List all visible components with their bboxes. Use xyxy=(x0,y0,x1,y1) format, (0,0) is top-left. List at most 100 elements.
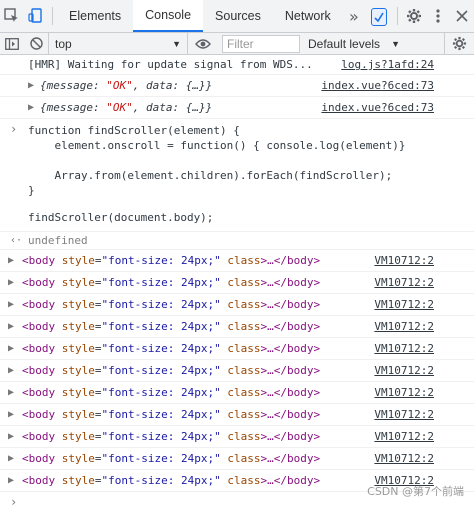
return-value-row: ‹· undefined xyxy=(0,232,474,250)
tag-ellipsis: >…</ xyxy=(260,386,287,399)
body-log-row[interactable]: ▶ <body style="font-size: 24px;" class>…<… xyxy=(0,338,474,360)
expand-arrow-icon[interactable]: ▶ xyxy=(8,404,24,426)
expand-arrow-icon[interactable]: ▶ xyxy=(8,470,24,492)
expand-arrow-icon[interactable]: ▶ xyxy=(8,382,24,404)
sidebar-toggle-icon[interactable] xyxy=(0,33,24,55)
filter-input[interactable]: Filter xyxy=(222,34,300,53)
attr-name: style xyxy=(55,386,95,399)
tag-close: body> xyxy=(286,276,321,289)
expand-arrow-icon[interactable]: ▶ xyxy=(8,426,24,448)
tag-open: <body xyxy=(22,386,56,399)
expand-arrow-icon[interactable]: ▶ xyxy=(8,250,24,272)
expand-arrow-icon[interactable]: ▶ xyxy=(8,448,24,470)
console-toolbar: top ▼ Filter Default levels ▼ xyxy=(0,32,474,55)
tag-open: <body xyxy=(22,408,56,421)
source-link[interactable]: VM10712:2 xyxy=(374,448,434,470)
tag-close: body> xyxy=(286,386,321,399)
clear-console-icon[interactable] xyxy=(24,33,48,55)
tag-ellipsis: >…</ xyxy=(260,276,287,289)
log-object-row[interactable]: ▶ {message: "OK", data: {…}} index.vue?6… xyxy=(0,75,474,97)
tag-close: body> xyxy=(286,452,321,465)
tag-close: body> xyxy=(286,342,321,355)
source-link[interactable]: VM10712:2 xyxy=(374,382,434,404)
attr-name: class xyxy=(220,276,261,289)
expand-arrow-icon[interactable]: ▶ xyxy=(8,360,24,382)
body-log-row[interactable]: ▶ <body style="font-size: 24px;" class>…<… xyxy=(0,360,474,382)
source-link[interactable]: VM10712:2 xyxy=(374,426,434,448)
object-string-value: "OK" xyxy=(106,101,133,114)
return-arrow-icon: ‹· xyxy=(10,235,23,246)
expand-arrow-icon[interactable]: ▶ xyxy=(28,97,44,119)
live-expression-eye-icon[interactable] xyxy=(188,33,218,55)
expand-arrow-icon[interactable]: ▶ xyxy=(8,316,24,338)
expand-arrow-icon[interactable]: ▶ xyxy=(8,294,24,316)
tab-network[interactable]: Network xyxy=(273,0,343,32)
tag-ellipsis: >…</ xyxy=(260,320,287,333)
source-link[interactable]: VM10712:2 xyxy=(374,360,434,382)
tab-sources[interactable]: Sources xyxy=(203,0,273,32)
source-link[interactable]: index.vue?6ced:73 xyxy=(321,75,434,97)
attr-value: "font-size: 24px;" xyxy=(101,298,221,311)
source-link[interactable]: VM10712:2 xyxy=(374,338,434,360)
attr-name: class xyxy=(220,320,261,333)
settings-gear-icon[interactable] xyxy=(402,0,426,32)
attr-name: style xyxy=(55,364,95,377)
tag-ellipsis: >…</ xyxy=(260,254,287,267)
body-log-row[interactable]: ▶ <body style="font-size: 24px;" class>…<… xyxy=(0,250,474,272)
tag-open: <body xyxy=(22,430,56,443)
source-link[interactable]: VM10712:2 xyxy=(374,250,434,272)
attr-name: class xyxy=(220,430,261,443)
kebab-menu-icon[interactable] xyxy=(426,0,450,32)
tag-close: body> xyxy=(286,254,321,267)
expand-arrow-icon[interactable]: ▶ xyxy=(8,272,24,294)
object-preview: {message: xyxy=(40,101,107,114)
attr-name: style xyxy=(55,276,95,289)
body-log-row[interactable]: ▶ <body style="font-size: 24px;" class>…<… xyxy=(0,404,474,426)
tag-open: <body xyxy=(22,254,56,267)
log-object-row[interactable]: ▶ {message: "OK", data: {…}} index.vue?6… xyxy=(0,97,474,119)
expand-arrow-icon[interactable]: ▶ xyxy=(28,75,44,97)
source-link[interactable]: VM10712:2 xyxy=(374,294,434,316)
attr-value: "font-size: 24px;" xyxy=(101,430,221,443)
attr-name: class xyxy=(220,452,261,465)
expand-arrow-icon[interactable]: ▶ xyxy=(8,338,24,360)
more-tabs-button[interactable]: » xyxy=(343,0,365,32)
console-settings-gear-icon[interactable] xyxy=(444,32,474,55)
attr-name: style xyxy=(55,342,95,355)
source-link[interactable]: log.js?1afd:24 xyxy=(341,55,434,75)
context-value: top xyxy=(55,36,72,51)
code-line: function findScroller(element) { xyxy=(28,124,240,137)
tag-close: body> xyxy=(286,474,321,487)
attr-name: class xyxy=(220,474,261,487)
attr-value: "font-size: 24px;" xyxy=(101,474,221,487)
tag-ellipsis: >…</ xyxy=(260,452,287,465)
body-log-row[interactable]: ▶ <body style="font-size: 24px;" class>…<… xyxy=(0,294,474,316)
device-toolbar-icon[interactable] xyxy=(24,0,48,32)
tab-console[interactable]: Console xyxy=(133,0,204,32)
source-link[interactable]: VM10712:2 xyxy=(374,272,434,294)
source-link[interactable]: VM10712:2 xyxy=(374,404,434,426)
body-log-row[interactable]: ▶ <body style="font-size: 24px;" class>…<… xyxy=(0,382,474,404)
tag-open: <body xyxy=(22,276,56,289)
source-link[interactable]: VM10712:2 xyxy=(374,316,434,338)
context-selector[interactable]: top ▼ xyxy=(48,32,188,55)
body-log-row[interactable]: ▶ <body style="font-size: 24px;" class>…<… xyxy=(0,272,474,294)
attr-name: class xyxy=(220,408,261,421)
console-output: [HMR] Waiting for update signal from WDS… xyxy=(0,55,474,505)
source-link[interactable]: index.vue?6ced:73 xyxy=(321,97,434,119)
input-prompt-icon: › xyxy=(10,495,18,505)
attr-name: style xyxy=(55,320,95,333)
body-log-row[interactable]: ▶ <body style="font-size: 24px;" class>…<… xyxy=(0,426,474,448)
log-levels-dropdown[interactable]: Default levels ▼ xyxy=(300,37,408,51)
issues-badge-icon[interactable] xyxy=(371,8,387,26)
tag-open: <body xyxy=(22,364,56,377)
watermark: CSDN @第7个前端 xyxy=(367,485,464,498)
close-icon[interactable] xyxy=(450,0,474,32)
inspect-element-icon[interactable] xyxy=(0,0,24,32)
tag-open: <body xyxy=(22,298,56,311)
body-log-row[interactable]: ▶ <body style="font-size: 24px;" class>…<… xyxy=(0,448,474,470)
tab-elements[interactable]: Elements xyxy=(57,0,133,32)
attr-name: class xyxy=(220,342,261,355)
body-log-row[interactable]: ▶ <body style="font-size: 24px;" class>…<… xyxy=(0,316,474,338)
attr-name: style xyxy=(55,430,95,443)
